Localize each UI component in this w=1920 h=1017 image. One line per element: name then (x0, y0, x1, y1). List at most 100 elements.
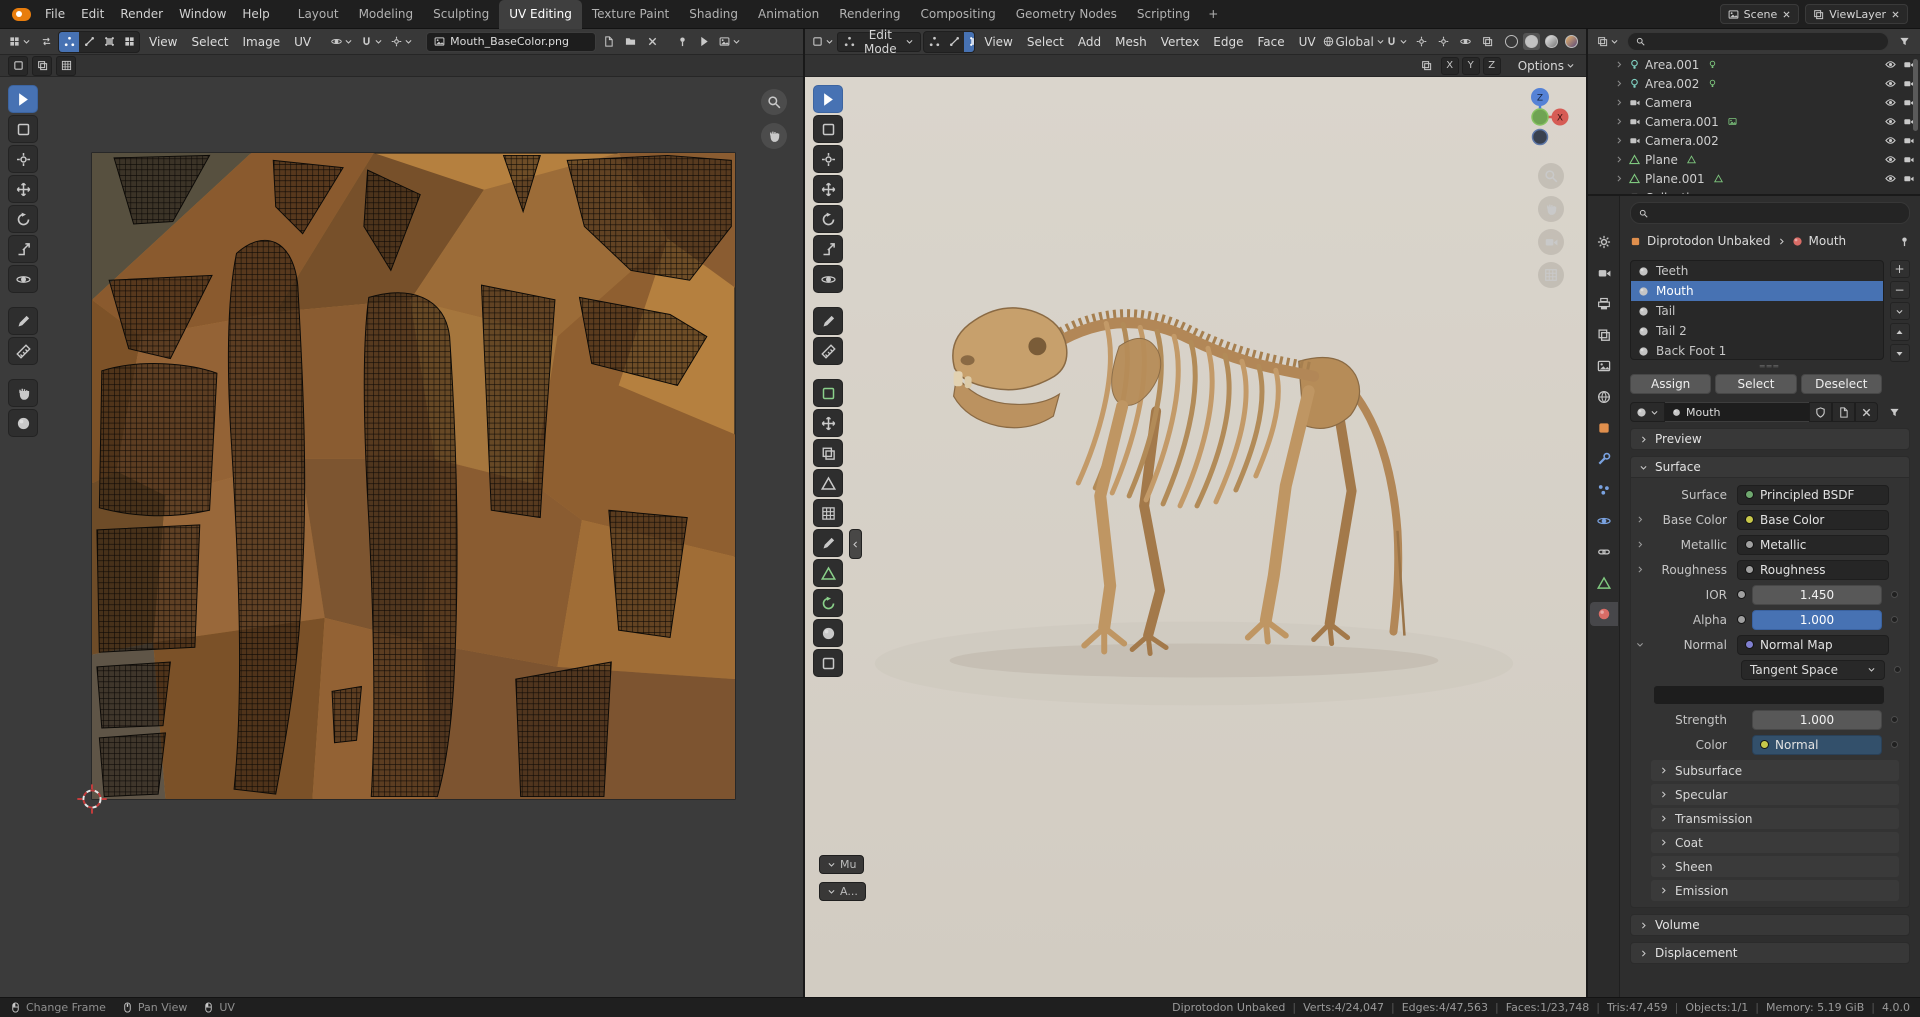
workspace-tab[interactable]: Sculpting (423, 0, 499, 29)
tool-button[interactable] (813, 145, 843, 173)
hide-eye-icon[interactable] (1885, 116, 1896, 127)
animate-decorator[interactable] (1891, 716, 1898, 723)
uv-edge-select-button[interactable] (79, 32, 99, 52)
workspace-tab[interactable]: Modeling (349, 0, 424, 29)
transform-orientation-dropdown[interactable]: Global (1325, 32, 1383, 52)
material-name-field[interactable]: Mouth (1665, 402, 1809, 422)
hide-eye-icon[interactable] (1885, 78, 1896, 89)
navigation-gizmo[interactable]: Z X (1508, 85, 1572, 149)
slot-action-button[interactable]: Deselect (1800, 374, 1882, 394)
tool-button[interactable] (8, 265, 38, 293)
properties-tab[interactable] (1590, 292, 1618, 316)
properties-tab[interactable] (1590, 478, 1618, 502)
options-dropdown[interactable]: Options (1515, 56, 1578, 76)
viewlayer-selector[interactable]: ViewLayer (1805, 4, 1908, 24)
uv-menu-item[interactable]: Image (236, 30, 288, 54)
animate-decorator[interactable] (1891, 616, 1898, 623)
color-link-button[interactable]: Normal (1752, 734, 1882, 755)
animate-decorator[interactable] (1894, 666, 1901, 673)
viewport-menu-item[interactable]: Mesh (1108, 30, 1154, 54)
uv-island-select-button[interactable] (119, 32, 139, 52)
ior-slider[interactable]: 1.450 (1752, 584, 1882, 605)
hide-eye-icon[interactable] (1885, 97, 1896, 108)
properties-tab[interactable] (1590, 354, 1618, 378)
properties-tab[interactable] (1590, 230, 1618, 254)
disclosure-icon[interactable] (1614, 136, 1624, 145)
tool-button[interactable] (813, 205, 843, 233)
workspace-tab[interactable]: Texture Paint (582, 0, 679, 29)
surface-shader-button[interactable]: Principled BSDF (1737, 484, 1889, 505)
metallic-link-button[interactable]: Metallic (1737, 534, 1889, 555)
tool-button[interactable] (813, 559, 843, 587)
uv-map-field[interactable] (1653, 684, 1885, 705)
surface-panel-header[interactable]: Surface (1630, 456, 1910, 478)
properties-tab[interactable] (1590, 323, 1618, 347)
snap-button[interactable] (1385, 32, 1409, 52)
viewport-menu-item[interactable]: View (977, 30, 1019, 54)
viewport-menu-item[interactable]: Select (1020, 30, 1071, 54)
disclosure-icon[interactable] (1614, 117, 1624, 126)
open-image-button[interactable] (620, 32, 640, 52)
display-channels-button[interactable] (716, 32, 744, 52)
menubar-item[interactable]: File (37, 0, 73, 29)
workspace-tab[interactable]: Layout (288, 0, 349, 29)
subpanel-header[interactable]: Transmission (1651, 808, 1899, 829)
show-overlays-button[interactable] (1455, 32, 1475, 52)
tool-button[interactable] (8, 145, 38, 173)
face-select-button[interactable] (964, 31, 975, 52)
toolbar-expand-handle[interactable] (849, 529, 862, 559)
slot-specials-button[interactable] (1889, 302, 1910, 320)
move-slot-up-button[interactable] (1889, 323, 1910, 341)
tool-button[interactable] (813, 409, 843, 437)
properties-tab[interactable] (1590, 447, 1618, 471)
collapsed-panel-tab[interactable]: A... (819, 882, 866, 901)
new-image-button[interactable] (598, 32, 618, 52)
editor-type-button[interactable] (1594, 32, 1622, 52)
breadcrumb-data[interactable]: Mouth (1809, 234, 1847, 248)
tool-button[interactable] (813, 379, 843, 407)
properties-search-input[interactable] (1630, 202, 1910, 224)
material-slot-row[interactable]: Back Foot 1 (1631, 341, 1883, 359)
outliner-row[interactable]: Camera (1588, 93, 1920, 112)
workspace-tab[interactable]: Rendering (829, 0, 910, 29)
displacement-panel-header[interactable]: Displacement (1630, 942, 1910, 964)
uv-menu-item[interactable]: View (142, 30, 184, 54)
editor-type-button[interactable] (6, 32, 34, 52)
tool-button[interactable] (813, 307, 843, 335)
properties-tab[interactable] (1589, 602, 1618, 626)
workspace-tab[interactable]: Geometry Nodes (1006, 0, 1127, 29)
workspace-tab[interactable]: Scripting (1127, 0, 1200, 29)
pin-image-button[interactable] (672, 32, 692, 52)
tool-button[interactable] (8, 235, 38, 263)
disable-render-icon[interactable] (1903, 154, 1914, 165)
uv-face-select-button[interactable] (99, 32, 119, 52)
shading-rendered-button[interactable] (1563, 33, 1580, 50)
uv-menu-item[interactable]: Select (184, 30, 235, 54)
tool-button[interactable] (8, 379, 38, 407)
menubar-item[interactable]: Edit (73, 0, 112, 29)
viewport-menu-item[interactable]: Edge (1206, 30, 1250, 54)
uv-sync-toggle[interactable] (36, 32, 56, 52)
zoom-icon[interactable] (761, 89, 787, 115)
slot-action-button[interactable]: Select (1715, 374, 1797, 394)
viewport-menu-item[interactable]: UV (1292, 30, 1323, 54)
material-slot-row[interactable]: Tail (1631, 301, 1883, 321)
hide-eye-icon[interactable] (1885, 135, 1896, 146)
hide-eye-icon[interactable] (1885, 173, 1896, 184)
toggle-perspective-icon[interactable] (1538, 262, 1564, 288)
gizmo-toggle-button[interactable] (694, 32, 714, 52)
mirror-axis-button[interactable]: Z (1482, 56, 1501, 75)
pin-icon[interactable] (1899, 236, 1910, 247)
properties-tab[interactable] (1590, 416, 1618, 440)
scene-selector[interactable]: Scene (1719, 4, 1800, 24)
outliner-row[interactable]: Camera.002 (1588, 131, 1920, 150)
material-filter-button[interactable] (1884, 402, 1904, 422)
disable-render-icon[interactable] (1903, 135, 1914, 146)
normal-space-dropdown[interactable]: Tangent Space (1741, 659, 1885, 680)
outliner-row[interactable]: Plane.001 (1588, 169, 1920, 188)
workspace-tab[interactable]: Shading (679, 0, 748, 29)
breadcrumb-object[interactable]: Diprotodon Unbaked (1647, 234, 1771, 248)
tool-button[interactable] (813, 265, 843, 293)
properties-tab[interactable] (1590, 261, 1618, 285)
base-color-link-button[interactable]: Base Color (1737, 509, 1889, 530)
